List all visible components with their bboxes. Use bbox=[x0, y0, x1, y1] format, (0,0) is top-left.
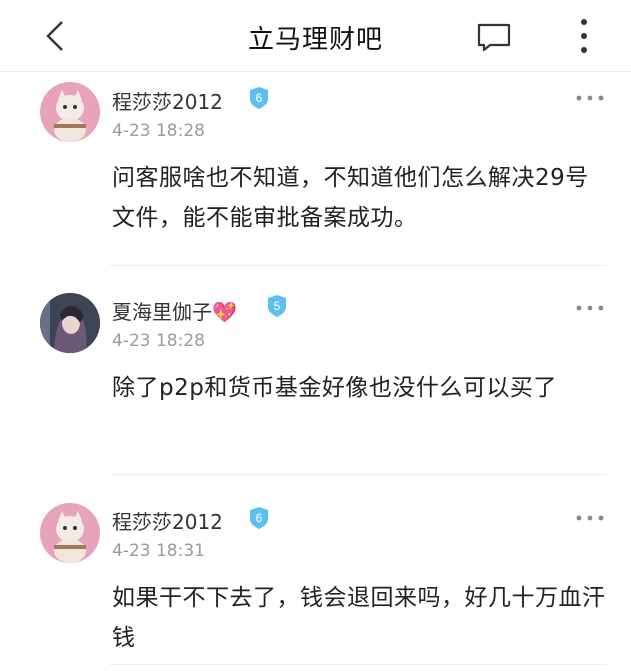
more-vertical-icon[interactable] bbox=[572, 16, 596, 56]
avatar[interactable] bbox=[40, 82, 100, 142]
more-options-icon[interactable] bbox=[575, 94, 605, 102]
username[interactable]: 夏海里伽子💖 bbox=[112, 296, 237, 325]
svg-text:5: 5 bbox=[274, 299, 281, 313]
reply-text: 如果干不下去了，钱会退回来吗，好几十万血汗钱 bbox=[112, 585, 606, 651]
reply-text: 问客服啥也不知道，不知道他们怎么解决29号文件，能不能审批备案成功。 bbox=[112, 165, 589, 231]
more-options-icon[interactable] bbox=[575, 514, 605, 522]
svg-text:6: 6 bbox=[256, 511, 263, 525]
avatar[interactable] bbox=[40, 293, 100, 353]
post-time: 4-23 18:28 bbox=[112, 121, 205, 141]
avatar[interactable] bbox=[40, 503, 100, 563]
svg-text:6: 6 bbox=[256, 91, 263, 105]
level-badge-icon: 5 bbox=[268, 295, 286, 317]
level-badge-icon: 6 bbox=[250, 87, 268, 109]
comment-icon[interactable] bbox=[476, 22, 512, 52]
username[interactable]: 程莎莎2012 bbox=[112, 86, 223, 115]
divider bbox=[110, 664, 607, 665]
reply-text: 除了p2p和货币基金好像也没什么可以买了 bbox=[112, 375, 557, 401]
divider bbox=[110, 474, 607, 475]
page-title: 立马理财吧 bbox=[247, 25, 383, 55]
top-bar: 立马理财吧 bbox=[0, 0, 631, 72]
post-time: 4-23 18:28 bbox=[112, 331, 205, 351]
divider bbox=[110, 265, 607, 266]
username[interactable]: 程莎莎2012 bbox=[112, 506, 223, 535]
post-time: 4-23 18:31 bbox=[112, 541, 205, 561]
more-options-icon[interactable] bbox=[575, 304, 605, 312]
level-badge-icon: 6 bbox=[250, 507, 268, 529]
